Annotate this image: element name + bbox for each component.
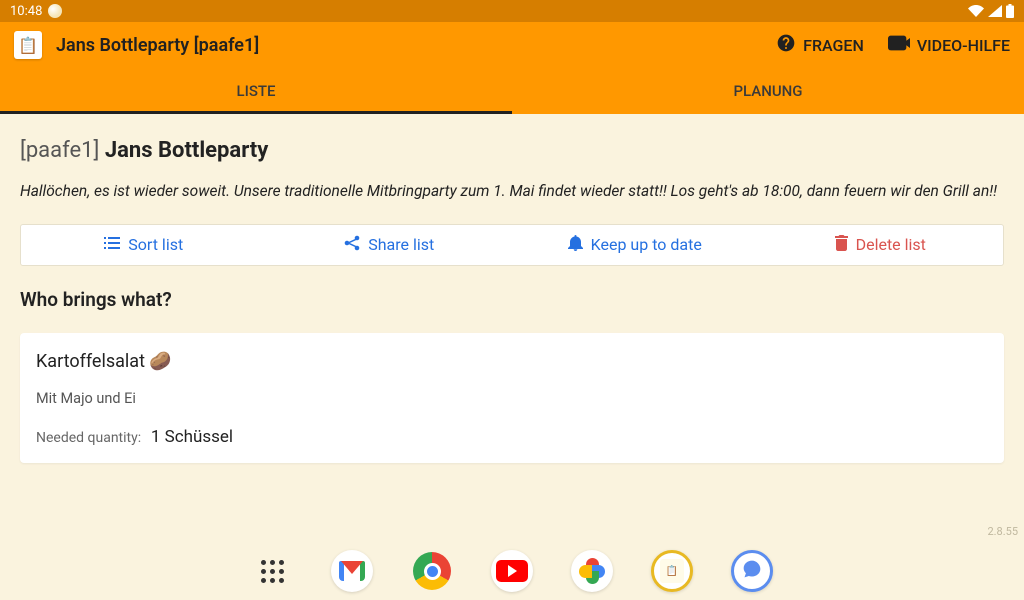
keep-up-to-date-button[interactable]: Keep up to date: [512, 225, 758, 265]
list-action-bar: Sort list Share list Keep up to date Del…: [20, 224, 1004, 266]
messages-app-button[interactable]: [731, 550, 773, 592]
chrome-icon: [413, 552, 451, 590]
signal-icon: [988, 5, 1002, 17]
version-label: 2.8.55: [987, 525, 1018, 538]
app-bar: 📋 Jans Bottleparty [paafe1] FRAGEN VIDEO…: [0, 22, 1024, 68]
fragen-button[interactable]: FRAGEN: [776, 33, 864, 57]
photos-app-button[interactable]: [571, 550, 613, 592]
gmail-app-button[interactable]: [331, 550, 373, 592]
status-bar: 10:48: [0, 0, 1024, 22]
section-heading: Who brings what?: [20, 288, 1004, 311]
fragen-label: FRAGEN: [803, 36, 864, 55]
video-label: VIDEO-HILFE: [917, 36, 1010, 55]
help-icon: [776, 33, 796, 57]
status-app-icon: [48, 4, 62, 18]
status-time: 10:48: [10, 4, 42, 19]
item-name: Kartoffelsalat 🥔: [36, 351, 988, 372]
list-code: [paafe1]: [20, 138, 99, 163]
chrome-app-button[interactable]: [411, 550, 453, 592]
list-description: Hallöchen, es ist wieder soweit. Unsere …: [20, 181, 1004, 202]
apps-drawer-button[interactable]: [251, 550, 293, 592]
chat-icon: [742, 559, 762, 583]
video-icon: [888, 35, 910, 55]
tab-planung[interactable]: PLANUNG: [512, 68, 1024, 114]
qty-value: 1 Schüssel: [151, 427, 233, 447]
bell-icon: [568, 235, 583, 255]
video-hilfe-button[interactable]: VIDEO-HILFE: [888, 33, 1010, 57]
apps-grid-icon: [261, 560, 284, 583]
qty-label: Needed quantity:: [36, 430, 141, 446]
navigation-bar: 📋: [0, 542, 1024, 600]
youtube-app-button[interactable]: [491, 550, 533, 592]
share-icon: [344, 235, 360, 255]
youtube-icon: [496, 560, 528, 582]
delete-list-button[interactable]: Delete list: [758, 225, 1004, 265]
app-icon: 📋: [14, 31, 42, 59]
clipboard-icon: 📋: [660, 559, 684, 583]
trash-icon: [835, 235, 848, 255]
gmail-icon: [339, 561, 365, 581]
wifi-icon: [968, 5, 984, 17]
battery-icon: [1006, 4, 1014, 18]
photos-icon: [579, 558, 605, 584]
list-name: Jans Bottleparty: [105, 138, 268, 163]
tab-liste[interactable]: LISTE: [0, 68, 512, 114]
sort-icon: [104, 235, 120, 254]
content-area: [paafe1] Jans Bottleparty Hallöchen, es …: [0, 114, 1024, 479]
tabs: LISTE PLANUNG: [0, 68, 1024, 114]
list-title: [paafe1] Jans Bottleparty: [20, 138, 1004, 163]
item-quantity-row: Needed quantity: 1 Schüssel: [36, 427, 988, 447]
item-description: Mit Majo und Ei: [36, 390, 988, 407]
bringlist-app-button[interactable]: 📋: [651, 550, 693, 592]
app-title: Jans Bottleparty [paafe1]: [56, 35, 259, 56]
sort-list-button[interactable]: Sort list: [21, 225, 267, 265]
item-card[interactable]: Kartoffelsalat 🥔 Mit Majo und Ei Needed …: [20, 333, 1004, 463]
share-list-button[interactable]: Share list: [267, 225, 513, 265]
